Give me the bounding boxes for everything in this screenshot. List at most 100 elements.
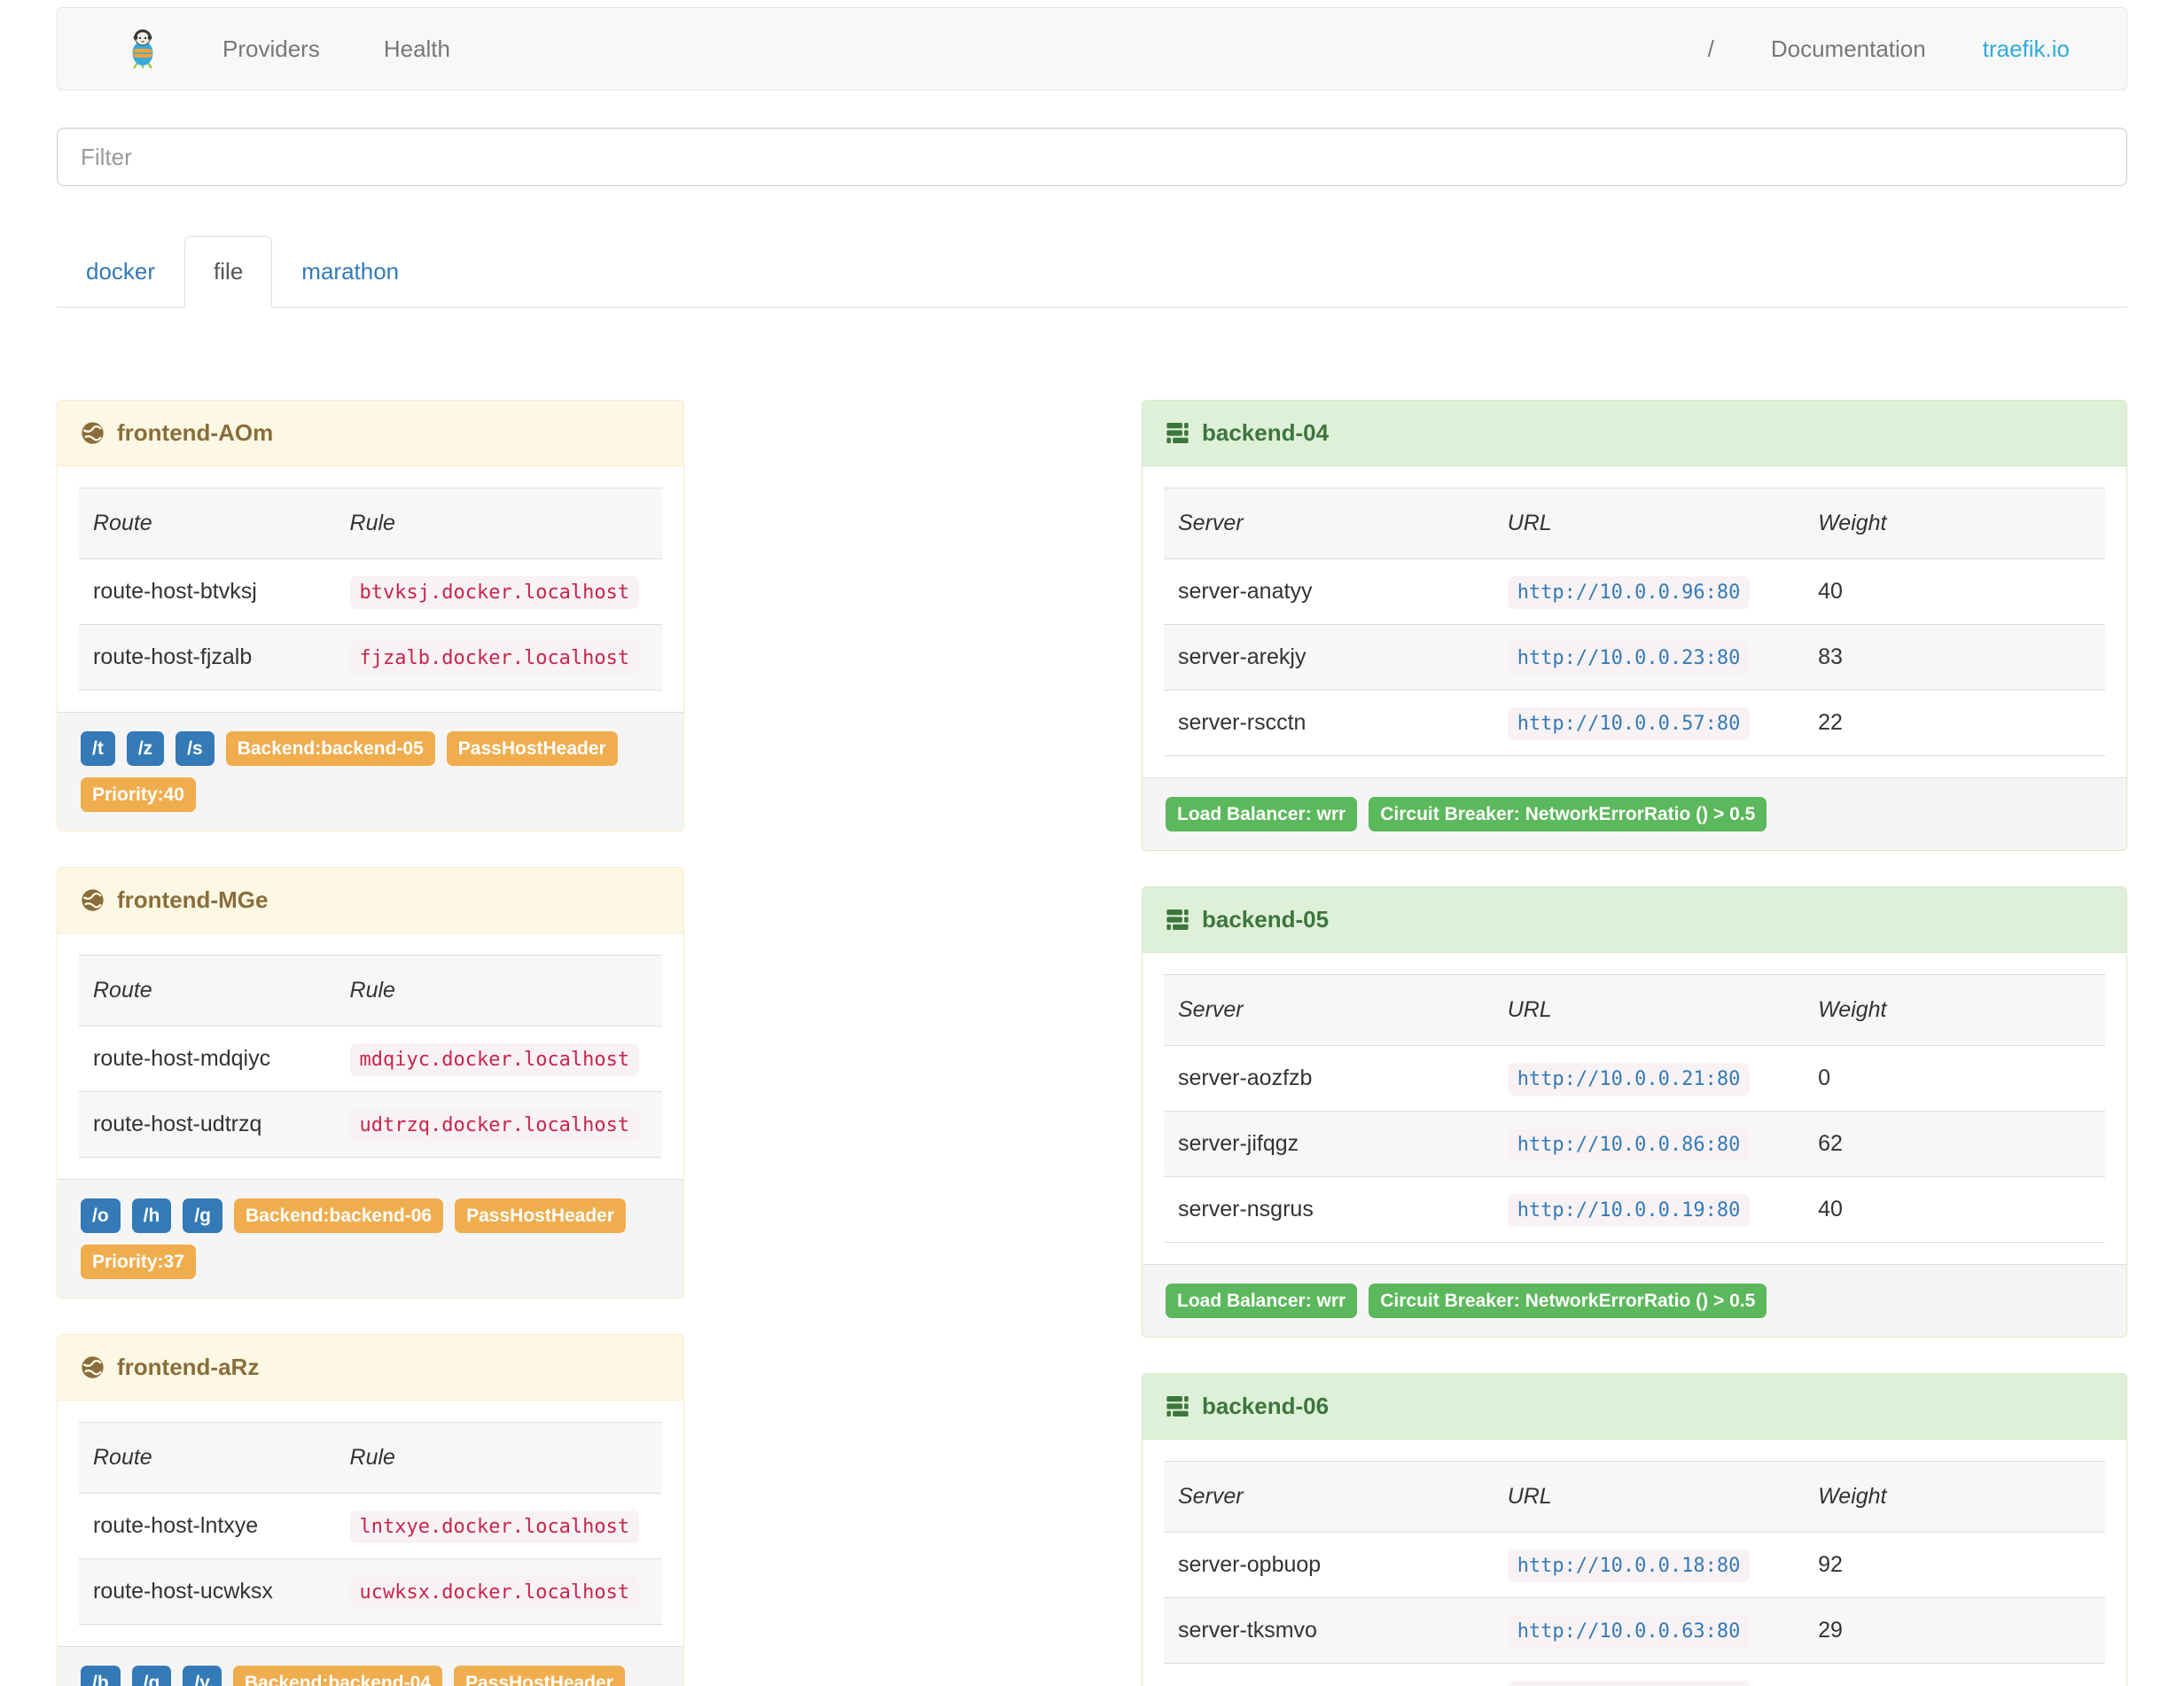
routes-table: Route Rule route-host-mdqiyc mdqiyc.dock… — [79, 955, 662, 1158]
table-row: server-aozfzb http://10.0.0.21:80 0 — [1164, 1045, 2105, 1112]
panel-body: Route Rule route-host-lntxye lntxye.dock… — [58, 1401, 683, 1646]
panel-heading: backend-06 — [1143, 1374, 2126, 1440]
table-row: server-opbuop http://10.0.0.18:80 92 — [1164, 1532, 2105, 1598]
servers-table: Server URL Weight server-aozfzb http://1… — [1164, 974, 2105, 1243]
globe-icon — [81, 1355, 105, 1379]
table-row: route-host-mdqiyc mdqiyc.docker.localhos… — [79, 1026, 662, 1092]
column-header-rule: Rule — [335, 488, 662, 559]
table-row: server-anatyy http://10.0.0.96:80 40 — [1164, 558, 2105, 625]
server-weight: 22 — [1804, 690, 2105, 756]
panel-footer: Load Balancer: wrr Circuit Breaker: Netw… — [1143, 777, 2126, 850]
route-path-badge: /t — [81, 731, 115, 766]
nav-link-slash[interactable]: / — [1708, 35, 1714, 63]
route-path-badge: /h — [131, 1198, 172, 1233]
table-row: server-nsgrus http://10.0.0.19:80 40 — [1164, 1176, 2105, 1243]
nav-link-health[interactable]: Health — [384, 35, 450, 63]
server-url-link[interactable]: http://10.0.0.19:80 — [1507, 1194, 1751, 1227]
passhostheader-badge: PassHostHeader — [453, 1666, 625, 1686]
nav-link-traefik-io[interactable]: traefik.io — [1983, 35, 2070, 63]
route-path-badge: /g — [183, 1198, 223, 1233]
panel-body: Server URL Weight server-aozfzb http://1… — [1143, 953, 2126, 1264]
column-header-route: Route — [79, 955, 336, 1026]
backend-ref-badge: Backend:backend-04 — [232, 1666, 442, 1686]
server-name: server-tksmvo — [1164, 1597, 1494, 1664]
column-header-weight: Weight — [1804, 1461, 2105, 1533]
routes-table: Route Rule route-host-lntxye lntxye.dock… — [79, 1422, 662, 1625]
tab-file[interactable]: file — [184, 236, 273, 308]
column-header-route: Route — [79, 1422, 336, 1494]
server-name: server-arekjy — [1164, 624, 1494, 691]
column-header-rule: Rule — [335, 955, 662, 1026]
server-name: server-anatyy — [1164, 558, 1494, 625]
panel-footer: /b /g /y Backend:backend-04 PassHostHead… — [58, 1646, 683, 1686]
backend-panel-05: backend-05 Server URL Weight server-aozf… — [1142, 886, 2127, 1338]
server-name: server-opbuop — [1164, 1532, 1494, 1598]
panel-footer: /o /h /g Backend:backend-06 PassHostHead… — [58, 1179, 683, 1298]
server-name: server-rscctn — [1164, 690, 1494, 756]
nav-link-documentation[interactable]: Documentation — [1771, 35, 1926, 63]
server-weight: 83 — [1804, 624, 2105, 691]
panel-heading: frontend-aRz — [58, 1335, 683, 1401]
column-header-weight: Weight — [1804, 488, 2105, 559]
rule-code: fjzalb.docker.localhost — [349, 642, 640, 675]
tab-marathon[interactable]: marathon — [272, 236, 428, 308]
panel-heading: backend-04 — [1143, 401, 2126, 466]
tab-docker[interactable]: docker — [57, 236, 184, 308]
route-name: route-host-fjzalb — [79, 624, 336, 691]
servers-table: Server URL Weight server-anatyy http://1… — [1164, 488, 2105, 756]
rule-code: btvksj.docker.localhost — [349, 576, 640, 609]
table-row: route-host-lntxye lntxye.docker.localhos… — [79, 1493, 662, 1559]
column-header-route: Route — [79, 488, 336, 559]
panel-title: backend-06 — [1202, 1393, 1330, 1419]
column-header-weight: Weight — [1804, 974, 2105, 1046]
server-url-link[interactable]: http://10.0.0.63:80 — [1507, 1615, 1751, 1648]
server-weight: 62 — [1804, 1111, 2105, 1177]
server-url-link[interactable]: http://10.0.0.83:80 — [1507, 1681, 1751, 1686]
panel-body: Route Rule route-host-mdqiyc mdqiyc.dock… — [58, 933, 683, 1179]
panel-title: frontend-aRz — [117, 1354, 260, 1380]
route-path-badge: /b — [81, 1666, 121, 1686]
priority-badge: Priority:40 — [81, 777, 196, 812]
table-row: server-jifqgz http://10.0.0.86:80 62 — [1164, 1111, 2105, 1177]
globe-icon — [81, 421, 105, 445]
servers-table: Server URL Weight server-opbuop http://1… — [1164, 1461, 2105, 1686]
table-row: route-host-fjzalb fjzalb.docker.localhos… — [79, 624, 662, 691]
load-balancer-badge: Load Balancer: wrr — [1166, 797, 1358, 831]
panel-body: Server URL Weight server-opbuop http://1… — [1143, 1440, 2126, 1686]
server-stack-icon — [1166, 421, 1190, 445]
panel-body: Server URL Weight server-anatyy http://1… — [1143, 466, 2126, 777]
route-path-badge: /y — [183, 1666, 222, 1686]
column-header-server: Server — [1164, 1461, 1494, 1533]
nav-link-providers[interactable]: Providers — [222, 35, 320, 63]
panel-heading: frontend-AOm — [58, 401, 683, 466]
route-name: route-host-ucwksx — [79, 1558, 336, 1625]
server-url-link[interactable]: http://10.0.0.96:80 — [1507, 576, 1751, 609]
column-header-rule: Rule — [335, 1422, 662, 1494]
server-url-link[interactable]: http://10.0.0.23:80 — [1507, 642, 1751, 675]
server-name: server-aozfzb — [1164, 1045, 1494, 1112]
traefik-logo-icon[interactable] — [127, 28, 159, 69]
table-row: server-rscctn http://10.0.0.57:80 22 — [1164, 690, 2105, 756]
frontends-column: frontend-AOm Route Rule route-host-btvks… — [57, 400, 684, 1686]
routes-table: Route Rule route-host-btvksj btvksj.dock… — [79, 488, 662, 691]
filter-input[interactable] — [57, 128, 2127, 186]
backend-panel-06: backend-06 Server URL Weight server-opbu… — [1142, 1373, 2127, 1686]
navbar-left: Providers Health — [127, 28, 450, 69]
server-url-link[interactable]: http://10.0.0.57:80 — [1507, 707, 1751, 740]
backends-column: backend-04 Server URL Weight server-anat… — [1142, 400, 2127, 1686]
server-weight: 40 — [1804, 1176, 2105, 1243]
globe-icon — [81, 888, 105, 912]
server-name: server-nsgrus — [1164, 1176, 1494, 1243]
panel-body: Route Rule route-host-btvksj btvksj.dock… — [58, 466, 683, 712]
passhostheader-badge: PassHostHeader — [446, 731, 618, 766]
panel-title: backend-04 — [1202, 419, 1330, 446]
route-name: route-host-btvksj — [79, 558, 336, 625]
server-url-link[interactable]: http://10.0.0.21:80 — [1507, 1063, 1751, 1096]
frontend-panel-aRz: frontend-aRz Route Rule route-host-lntxy… — [57, 1334, 684, 1686]
panel-footer: /t /z /s Backend:backend-05 PassHostHead… — [58, 712, 683, 831]
server-url-link[interactable]: http://10.0.0.86:80 — [1507, 1128, 1751, 1161]
server-url-link[interactable]: http://10.0.0.18:80 — [1507, 1549, 1751, 1582]
server-weight: 40 — [1804, 558, 2105, 625]
column-header-url: URL — [1493, 1461, 1805, 1533]
main-content: frontend-AOm Route Rule route-host-btvks… — [57, 400, 2127, 1686]
